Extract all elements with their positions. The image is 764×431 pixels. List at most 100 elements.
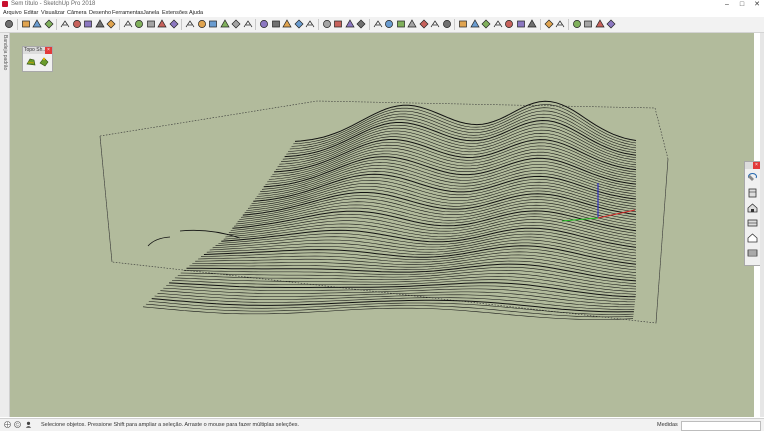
svg-text:©: ©: [16, 421, 20, 428]
contour-line: [186, 263, 637, 282]
contour-line: [203, 245, 637, 265]
back-view-icon[interactable]: [419, 19, 429, 29]
toolbar-separator: [56, 19, 57, 30]
left-view-icon[interactable]: [430, 19, 440, 29]
component-icon[interactable]: [44, 19, 54, 29]
menu-ajuda[interactable]: Ajuda: [189, 9, 203, 17]
geolocation-icon[interactable]: [4, 421, 11, 428]
styles-icon[interactable]: [544, 19, 554, 29]
menu-janela[interactable]: Janela: [143, 9, 159, 17]
menu-camera[interactable]: Câmera: [67, 9, 87, 17]
menu-visualizar[interactable]: Visualizar: [41, 9, 65, 17]
xray-icon[interactable]: [458, 19, 468, 29]
text-icon[interactable]: [219, 19, 230, 29]
paint-bucket-icon[interactable]: [32, 19, 42, 29]
help-icon[interactable]: [606, 19, 616, 29]
monochrome-icon[interactable]: [527, 19, 537, 29]
contour-line: [151, 298, 634, 313]
back-view-icon[interactable]: [747, 247, 758, 259]
section-plane-icon[interactable]: [356, 19, 366, 29]
iso-view-icon[interactable]: [373, 19, 383, 29]
house-view-icon[interactable]: [747, 232, 758, 244]
sandbox-toolbar-close-button[interactable]: ×: [45, 47, 52, 54]
menu-desenho[interactable]: Desenho: [89, 9, 111, 17]
top-view-icon[interactable]: [747, 202, 758, 214]
scale-icon[interactable]: [157, 19, 167, 29]
toolbar-separator: [539, 19, 541, 30]
orbit-icon[interactable]: [259, 19, 269, 29]
menu-arquivo[interactable]: Arquivo: [3, 9, 22, 17]
contour-line: [189, 260, 637, 279]
right-view-icon[interactable]: [747, 217, 758, 229]
shaded-icon[interactable]: [504, 19, 514, 29]
push-pull-icon[interactable]: [123, 19, 133, 29]
credits-icon[interactable]: ©: [14, 421, 21, 428]
protractor-icon[interactable]: [208, 19, 218, 29]
sketchup-account-icon[interactable]: [594, 19, 605, 29]
look-around-icon[interactable]: [344, 19, 355, 29]
warehouse-icon[interactable]: [572, 19, 582, 29]
walk-icon[interactable]: [333, 19, 343, 29]
dimension-icon[interactable]: [197, 19, 207, 29]
contour-line: [148, 301, 634, 315]
menu-ferramentas[interactable]: Ferramentas: [112, 9, 143, 17]
zoom-extents-icon[interactable]: [305, 19, 315, 29]
right-view-icon[interactable]: [407, 19, 417, 29]
select-icon[interactable]: [4, 19, 14, 29]
model-canvas[interactable]: [10, 33, 754, 417]
tape-measure-icon[interactable]: [185, 19, 195, 29]
bottom-view-icon[interactable]: [442, 19, 452, 29]
rectangle-icon[interactable]: [60, 19, 70, 29]
toolbar-separator: [16, 19, 18, 30]
zoom-window-icon[interactable]: [294, 19, 304, 29]
axes-icon[interactable]: [231, 19, 241, 29]
toolbar-separator: [454, 19, 455, 30]
rotate-icon[interactable]: [146, 19, 156, 29]
pan-icon[interactable]: [271, 19, 281, 29]
back-edges-icon[interactable]: [469, 19, 480, 29]
sandbox-from-contours-icon[interactable]: [26, 56, 36, 67]
default-tray-strip[interactable]: Bandeja padrão: [0, 33, 10, 417]
measurements-label: Medidas: [657, 422, 678, 428]
sandbox-toolbar-header[interactable]: Topo Sh... ×: [23, 47, 52, 54]
close-button[interactable]: ✕: [750, 0, 764, 9]
menu-editar[interactable]: Editar: [24, 9, 38, 17]
polygon-icon[interactable]: [106, 19, 116, 29]
minimize-button[interactable]: –: [720, 0, 734, 9]
position-camera-icon[interactable]: [322, 19, 332, 29]
toolbar-separator: [567, 19, 569, 30]
arc-icon[interactable]: [94, 19, 105, 29]
orbit-small-icon[interactable]: [747, 172, 758, 184]
front-view-icon[interactable]: [747, 187, 758, 199]
circle-icon[interactable]: [83, 19, 93, 29]
status-bar: © Selecione objetos. Pressione Shift par…: [0, 418, 764, 431]
3d-text-icon[interactable]: [243, 19, 253, 29]
toolbar-separator: [255, 19, 256, 30]
views-toolbar-close-button[interactable]: ×: [753, 162, 760, 169]
textured-icon[interactable]: [516, 19, 526, 29]
move-icon[interactable]: [134, 19, 144, 29]
offset-icon[interactable]: [169, 19, 179, 29]
line-icon[interactable]: [72, 19, 82, 29]
views-toolbar: ×: [744, 161, 761, 266]
contour-line: [192, 257, 637, 276]
menu-extensoes[interactable]: Extensões: [162, 9, 188, 17]
wireframe-icon[interactable]: [481, 19, 491, 29]
status-message: Selecione objetos. Pressione Shift para …: [41, 422, 300, 428]
drawing-viewport[interactable]: [10, 33, 754, 417]
eraser-icon[interactable]: [21, 19, 31, 29]
top-view-icon[interactable]: [384, 19, 394, 29]
toolbar-separator: [181, 19, 182, 30]
hidden-line-icon[interactable]: [493, 19, 503, 29]
layers-icon[interactable]: [555, 19, 565, 29]
sandbox-from-scratch-icon[interactable]: [39, 56, 49, 67]
contour-line: [147, 229, 241, 247]
user-account-icon[interactable]: [25, 421, 32, 428]
front-view-icon[interactable]: [396, 19, 406, 29]
maximize-button[interactable]: □: [735, 0, 749, 9]
views-toolbar-header[interactable]: ×: [745, 162, 760, 169]
extension-warehouse-icon[interactable]: [583, 19, 593, 29]
sketchup-logo-icon: [2, 1, 8, 7]
zoom-icon[interactable]: [282, 19, 292, 29]
toolbar-separator: [368, 19, 370, 30]
